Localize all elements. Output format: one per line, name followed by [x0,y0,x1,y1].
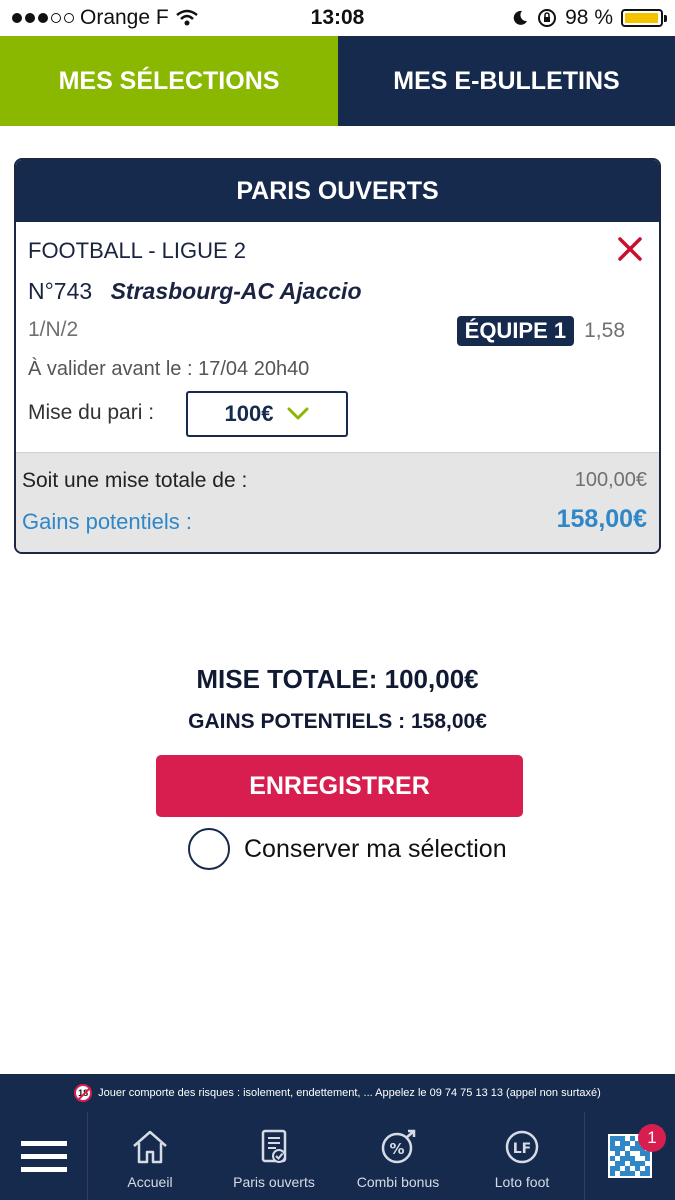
notification-badge: 1 [638,1124,666,1152]
rotation-lock-icon [538,9,557,27]
hamburger-icon [20,1140,67,1172]
close-icon[interactable] [617,236,643,262]
nav-label: Combi bonus [356,1174,440,1190]
gambling-warning-banner: 18 Jouer comporte des risques : isolemen… [0,1074,675,1112]
nav-label: Paris ouverts [233,1174,315,1190]
card-title: PARIS OUVERTS [16,160,659,222]
stake-value: 100€ [224,401,274,426]
nav-item-loto-foot[interactable]: LF Loto foot [460,1112,584,1200]
chevron-down-icon [287,407,309,420]
bottom-navigation: Accueil Paris ouverts % Combi bonus LF L… [0,1112,675,1200]
odds-value: 1,58 [584,319,625,342]
bet-slip-icon [261,1129,287,1163]
tab-mes-selections[interactable]: MES SÉLECTIONS [0,36,338,126]
summary-potential-gains: GAINS POTENTIELS : 158,00€ [188,710,487,733]
total-stake-label: Soit une mise totale de : [22,469,248,492]
moon-icon [513,10,528,25]
nav-item-combi-bonus[interactable]: % Combi bonus [336,1112,460,1200]
loto-foot-icon: LF [505,1130,539,1164]
keep-selection-radio[interactable] [188,828,230,870]
keep-selection-option[interactable]: Conserver ma sélection [188,828,507,870]
keep-selection-label: Conserver ma sélection [244,834,507,863]
total-stake-value: 100,00€ [574,469,647,491]
qr-code-button[interactable]: 1 [584,1112,674,1200]
match-number: N°743 [28,278,93,304]
svg-text:LF: LF [513,1141,531,1157]
menu-button[interactable] [0,1112,88,1200]
warning-text: Jouer comporte des risques : isolement, … [98,1087,601,1099]
nav-label: Loto foot [494,1174,550,1190]
potential-gains-value: 158,00€ [556,505,647,533]
match-line: N°743 Strasbourg-AC Ajaccio [28,278,362,305]
choice-badge: ÉQUIPE 1 [456,316,575,346]
nav-item-paris-ouverts[interactable]: Paris ouverts [212,1112,336,1200]
battery-icon [621,9,667,27]
age-restriction-icon: 18 [74,1084,93,1102]
tab-mes-e-bulletins[interactable]: MES E-BULLETINS [338,36,675,126]
league-label: FOOTBALL - LIGUE 2 [28,238,247,263]
nav-item-accueil[interactable]: Accueil [88,1112,212,1200]
battery-percent: 98 % [565,6,613,29]
bet-choice: ÉQUIPE 1 1,58 [456,316,625,346]
tab-bar: MES SÉLECTIONS MES E-BULLETINS [0,36,675,126]
svg-text:%: % [389,1140,404,1158]
summary-total-stake: MISE TOTALE: 100,00€ [196,664,479,694]
home-icon [133,1130,167,1164]
stake-label: Mise du pari : [28,401,155,424]
save-button[interactable]: ENREGISTRER [156,755,523,817]
card-totals: Soit une mise totale de : 100,00€ Gains … [16,452,659,552]
nav-label: Accueil [127,1174,173,1190]
match-teams: Strasbourg-AC Ajaccio [110,278,362,304]
bet-card: PARIS OUVERTS FOOTBALL - LIGUE 2 N°743 S… [14,158,661,554]
combi-bonus-icon: % [381,1129,416,1164]
stake-dropdown[interactable]: 100€ [186,391,348,437]
potential-gains-label: Gains potentiels : [22,509,192,534]
deadline-text: À valider avant le : 17/04 20h40 [28,358,310,380]
status-bar: Orange F 13:08 98 % [0,0,675,36]
bet-type: 1/N/2 [28,318,79,341]
